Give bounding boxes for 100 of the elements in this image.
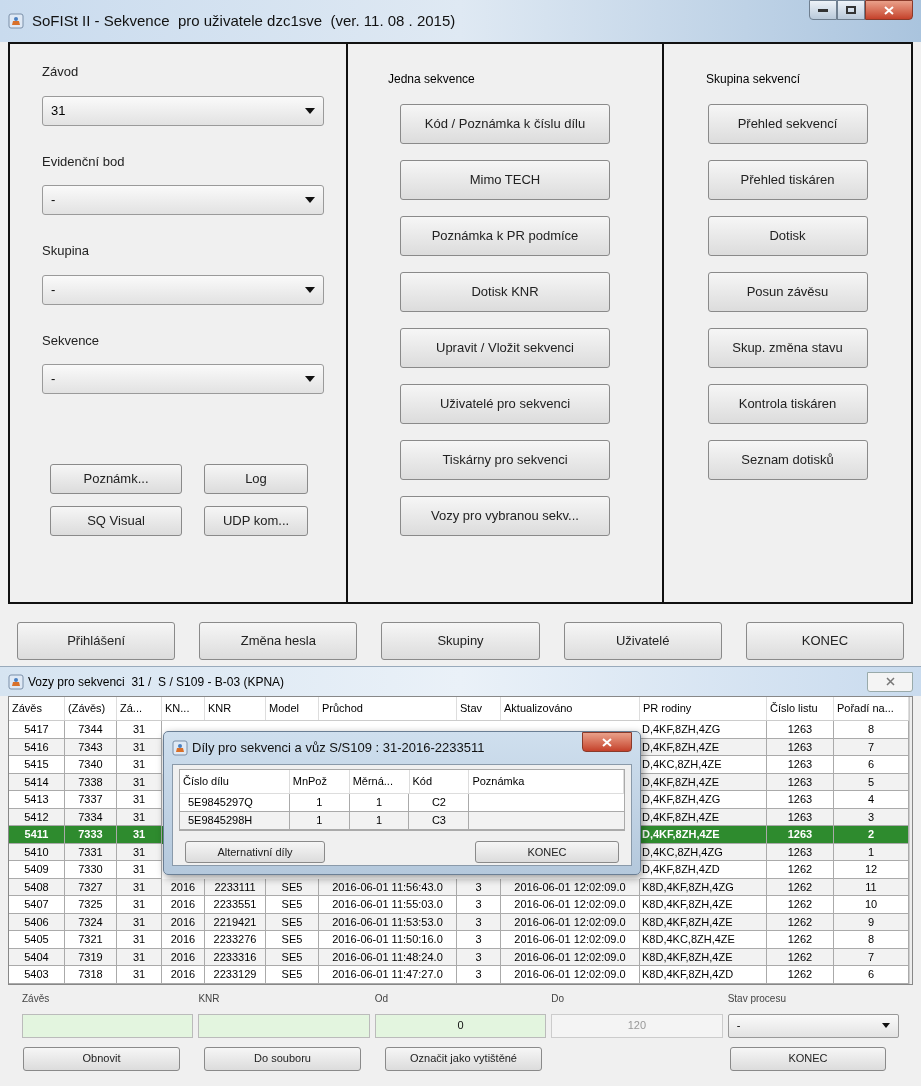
table-cell: K8D,4KC,8ZH,4ZE bbox=[640, 931, 767, 949]
column-header[interactable]: Průchod bbox=[319, 697, 457, 720]
sequence-button[interactable]: Vozy pro vybranou sekv... bbox=[400, 496, 610, 536]
column-header[interactable]: Kód bbox=[409, 770, 470, 793]
filter-field[interactable]: 0 bbox=[374, 1013, 547, 1038]
minimize-button[interactable] bbox=[809, 0, 837, 20]
table-cell: 31 bbox=[117, 931, 162, 949]
group-button[interactable]: Skup. změna stavu bbox=[707, 328, 868, 368]
table-cell: 31 bbox=[117, 896, 162, 914]
filter-label: Do bbox=[551, 991, 565, 1006]
table-cell: 1262 bbox=[767, 896, 834, 914]
field-label: Závod bbox=[42, 63, 80, 81]
column-header[interactable]: PR rodiny bbox=[640, 697, 767, 720]
table-cell: K8D,4KF,8ZH,4ZE bbox=[640, 896, 767, 914]
panel-button[interactable]: Log bbox=[204, 464, 308, 494]
dropdown[interactable]: - bbox=[42, 185, 324, 215]
table-cell: 7337 bbox=[65, 791, 117, 809]
sequence-button[interactable]: Tiskárny pro sekvenci bbox=[400, 440, 610, 480]
table-cell: 31 bbox=[117, 721, 162, 739]
panel-button[interactable]: Poznámk... bbox=[50, 464, 182, 494]
main-button[interactable]: Přihlášení bbox=[17, 622, 176, 660]
table-cell: 5415 bbox=[9, 756, 65, 774]
column-header[interactable]: Zá... bbox=[117, 697, 162, 720]
column-header[interactable]: Závěs bbox=[9, 697, 65, 720]
table-cell: 7321 bbox=[65, 931, 117, 949]
filter-field[interactable] bbox=[22, 1013, 194, 1038]
column-header[interactable]: Měrná... bbox=[349, 770, 410, 793]
sequence-button[interactable]: Uživatelé pro sekvenci bbox=[400, 384, 610, 424]
action-button[interactable]: Obnovit bbox=[23, 1046, 180, 1071]
table-cell: 1 bbox=[289, 812, 350, 830]
table-row[interactable]: 5405 7321 31 2016 2233276 SE5 2016-06-01 11:50:16.0 3 2016-06-01 12:02:09.0 K8D,4KC,8ZH,4ZE 1262 8 bbox=[9, 931, 909, 949]
table-cell: 31 bbox=[117, 756, 162, 774]
column-header[interactable]: Číslo dílu bbox=[180, 770, 290, 793]
action-button[interactable]: Do souboru bbox=[204, 1046, 361, 1071]
table-cell: 3 bbox=[457, 931, 501, 949]
column-header[interactable]: KNR bbox=[205, 697, 266, 720]
filter-label: Stav procesu bbox=[727, 991, 787, 1006]
group-button[interactable]: Přehled sekvencí bbox=[707, 104, 868, 144]
sequence-button[interactable]: Upravit / Vložit sekvenci bbox=[400, 328, 610, 368]
dropdown[interactable]: - bbox=[727, 1013, 900, 1038]
dropdown[interactable]: - bbox=[42, 274, 324, 305]
table-cell: 2016 bbox=[162, 966, 205, 984]
group-button[interactable]: Přehled tiskáren bbox=[707, 160, 868, 200]
column-header[interactable]: Poznámka bbox=[469, 770, 624, 793]
column-header[interactable]: KN... bbox=[162, 697, 205, 720]
dropdown[interactable]: 31 bbox=[42, 95, 324, 126]
table-cell: 1262 bbox=[767, 931, 834, 949]
group-button[interactable]: Kontrola tiskáren bbox=[707, 384, 868, 424]
table-cell: 31 bbox=[117, 791, 162, 809]
close-button[interactable] bbox=[582, 732, 632, 752]
main-button[interactable]: KONEC bbox=[745, 622, 904, 660]
dialog-button[interactable]: KONEC bbox=[475, 841, 619, 863]
table-cell: D,4KF,8ZH,4ZG bbox=[640, 721, 767, 739]
scrollbar[interactable] bbox=[909, 697, 912, 984]
table-cell: 5E9845298H bbox=[180, 812, 290, 830]
window-title: SoFISt II - Sekvence pro uživatele dzc1sve (ver. 11. 08 . 2015) bbox=[32, 10, 456, 31]
table-cell: 5417 bbox=[9, 721, 65, 739]
group-button[interactable]: Dotisk bbox=[707, 216, 868, 256]
table-row[interactable]: 5403 7318 31 2016 2233129 SE5 2016-06-01 11:47:27.0 3 2016-06-01 12:02:09.0 K8D,4KF,8ZH,4ZD 1262 6 bbox=[9, 966, 909, 984]
column-header[interactable]: Model bbox=[266, 697, 319, 720]
action-button[interactable]: KONEC bbox=[730, 1046, 886, 1071]
table-cell: 7325 bbox=[65, 896, 117, 914]
app-icon bbox=[8, 673, 24, 690]
table-cell: 1263 bbox=[767, 826, 834, 844]
main-button[interactable]: Skupiny bbox=[381, 622, 540, 660]
panel-button[interactable]: SQ Visual bbox=[50, 506, 182, 536]
close-icon bbox=[884, 5, 894, 15]
panel-button[interactable]: UDP kom... bbox=[204, 506, 308, 536]
table-cell: 5411 bbox=[9, 826, 65, 844]
main-button[interactable]: Změna hesla bbox=[199, 622, 358, 660]
column-header[interactable]: MnPož bbox=[289, 770, 350, 793]
table-cell: 2016 bbox=[162, 896, 205, 914]
sequence-button[interactable]: Dotisk KNR bbox=[400, 272, 610, 312]
filter-field[interactable] bbox=[198, 1013, 370, 1038]
column-header[interactable]: Stav bbox=[457, 697, 501, 720]
dialog-button[interactable]: Alternativní díly bbox=[185, 841, 325, 863]
maximize-button[interactable] bbox=[837, 0, 865, 20]
table-cell: 7318 bbox=[65, 966, 117, 984]
table-cell: 2016-06-01 11:47:27.0 bbox=[319, 966, 457, 984]
close-button[interactable] bbox=[865, 0, 913, 20]
column-header[interactable]: Aktualizováno bbox=[501, 697, 640, 720]
table-cell: 1263 bbox=[767, 756, 834, 774]
section-heading: Skupina sekvencí bbox=[706, 71, 801, 88]
action-button[interactable]: Označit jako vytištěné bbox=[385, 1046, 542, 1071]
window-title: Vozy pro sekvenci 31 / S / S109 - B-03 (KPNA) bbox=[28, 673, 285, 691]
column-header[interactable]: Číslo listu bbox=[767, 697, 834, 720]
field-label: Evidenční bod bbox=[42, 152, 126, 171]
column-header[interactable]: (Závěs) bbox=[65, 697, 117, 720]
table-cell: 7330 bbox=[65, 861, 117, 879]
close-icon bbox=[602, 737, 612, 747]
group-button[interactable]: Posun závěsu bbox=[707, 272, 868, 312]
table-row[interactable]: 5407 7325 31 2016 2233551 SE5 2016-06-01 11:55:03.0 3 2016-06-01 12:02:09.0 K8D,4KF,8ZH,4ZE 1262 10 bbox=[9, 896, 909, 914]
table-cell: 3 bbox=[457, 966, 501, 984]
dropdown[interactable]: - bbox=[42, 364, 324, 394]
main-button[interactable]: Uživatelé bbox=[563, 622, 722, 660]
sequence-button[interactable]: Kód / Poznámka k číslu dílu bbox=[400, 104, 610, 144]
filter-label: Od bbox=[374, 991, 390, 1006]
sequence-button[interactable]: Mimo TECH bbox=[400, 160, 610, 200]
group-button[interactable]: Seznam dotisků bbox=[707, 440, 868, 480]
sequence-button[interactable]: Poznámka k PR podmíce bbox=[400, 216, 610, 256]
